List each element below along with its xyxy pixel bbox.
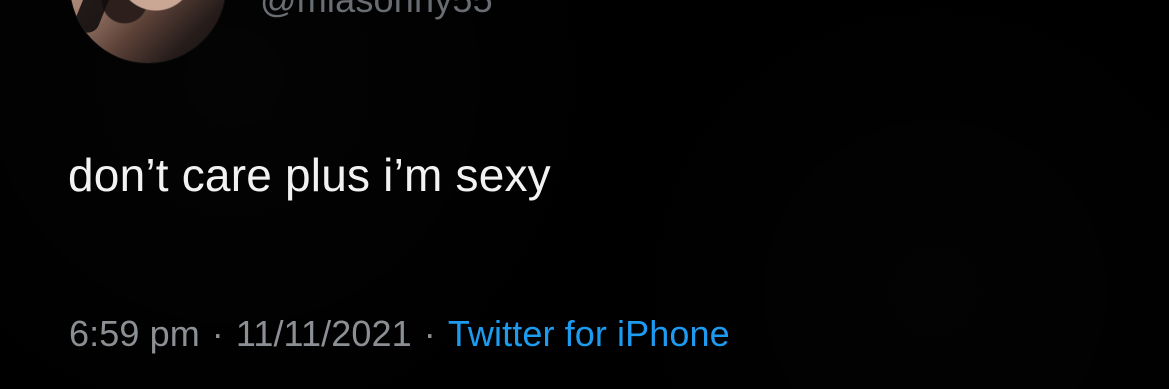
avatar[interactable] xyxy=(70,0,226,63)
tweet-card: @miasonny55 don’t care plus i’m sexy 6:5… xyxy=(0,0,1169,389)
tweet-text: don’t care plus i’m sexy xyxy=(68,149,551,201)
meta-separator: · xyxy=(423,313,436,354)
tweet-date[interactable]: 11/11/2021 xyxy=(236,316,412,352)
user-handle[interactable]: @miasonny55 xyxy=(260,0,493,18)
tweet-meta: 6:59 pm · 11/11/2021 · Twitter for iPhon… xyxy=(69,316,730,352)
tweet-time[interactable]: 6:59 pm xyxy=(69,316,200,352)
tweet-source-link[interactable]: Twitter for iPhone xyxy=(448,316,730,352)
meta-separator: · xyxy=(211,313,224,354)
